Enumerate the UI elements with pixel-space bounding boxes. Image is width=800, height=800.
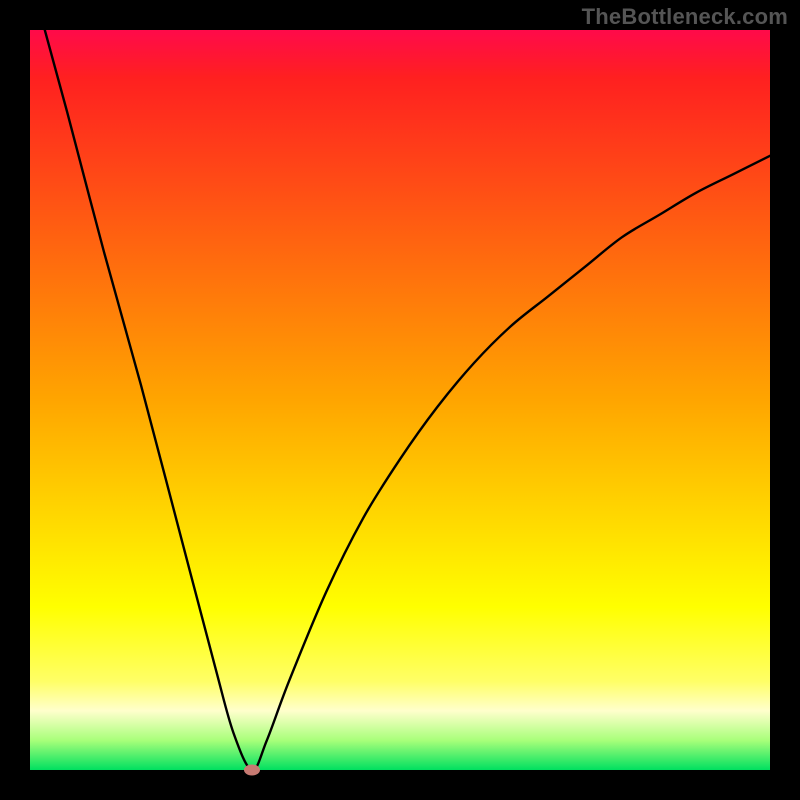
plot-frame bbox=[30, 30, 770, 770]
optimal-point-marker bbox=[244, 765, 260, 776]
chart-container: TheBottleneck.com bbox=[0, 0, 800, 800]
bottleneck-curve bbox=[30, 30, 770, 770]
watermark-text: TheBottleneck.com bbox=[582, 4, 788, 30]
